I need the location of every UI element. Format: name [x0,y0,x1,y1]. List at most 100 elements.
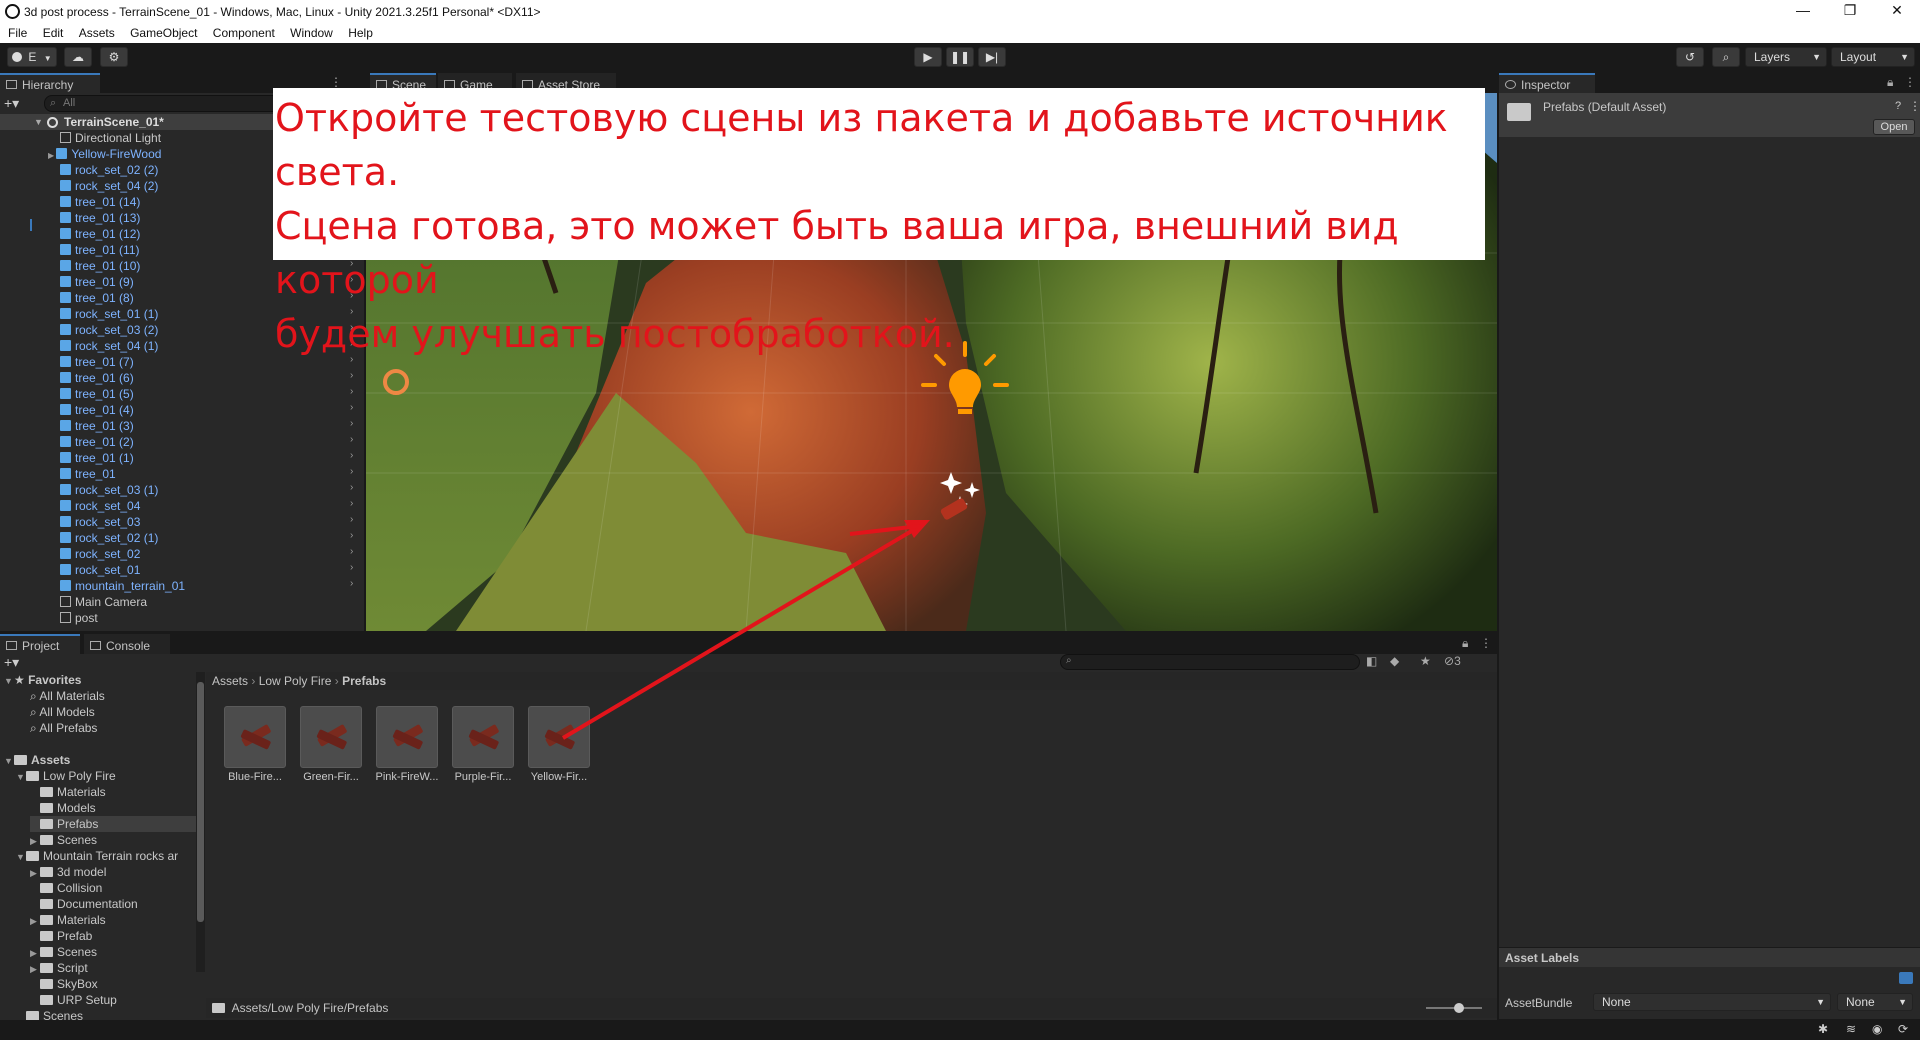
chevron-right-icon[interactable]: › [350,370,358,381]
chevron-right-icon[interactable]: › [350,434,358,445]
hierarchy-item[interactable]: rock_set_04 (2) [60,178,158,194]
chevron-right-icon[interactable]: ▶ [48,151,56,160]
asset-tile-blue-firewood[interactable] [224,706,286,768]
hidden-packages-icon[interactable]: ⊘3 [1444,654,1461,668]
asset-folder[interactable]: Prefabs [30,816,196,832]
project-search-input[interactable]: ⌕ [1060,654,1360,670]
open-button[interactable]: Open [1873,119,1915,135]
search-by-label-icon[interactable]: ◆ [1390,654,1399,668]
hierarchy-item[interactable]: tree_01 (11) [60,242,139,258]
history-button[interactable]: ↺ [1676,47,1704,67]
play-button[interactable]: ▶ [914,47,942,67]
chevron-down-icon[interactable]: ▼ [16,769,26,785]
menu-dots-icon[interactable]: ⋮ [1904,75,1916,89]
chevron-right-icon[interactable]: › [350,386,358,397]
chevron-right-icon[interactable]: ▶ [30,961,40,977]
progress-icon[interactable]: ⟳ [1898,1022,1908,1036]
chevron-right-icon[interactable]: › [350,466,358,477]
search-button[interactable]: ⌕ [1712,47,1740,67]
favorite-item[interactable]: ⌕ All Prefabs [30,720,97,736]
asset-folder[interactable]: ▶ Materials [30,912,106,928]
chevron-right-icon[interactable]: › [350,514,358,525]
asset-tile-purple-firewood[interactable] [452,706,514,768]
bug-icon[interactable]: ✱ [1818,1022,1828,1036]
menu-help[interactable]: Help [348,24,373,43]
favorite-item[interactable]: ⌕ All Materials [30,688,105,704]
hierarchy-item[interactable]: tree_01 (12) [60,226,140,242]
hierarchy-item[interactable]: tree_01 (2) [60,434,134,450]
favorite-star-icon[interactable]: ★ [1420,654,1431,668]
hierarchy-item[interactable]: tree_01 [60,466,116,482]
hierarchy-item[interactable]: ▶ Yellow-FireWood [48,146,161,162]
tag-icon[interactable] [1899,972,1913,984]
assetbundle-dropdown[interactable]: None ▼ [1593,993,1831,1011]
cloud-button[interactable]: ☁ [64,47,92,67]
asset-folder[interactable]: Prefab [30,928,92,944]
chevron-down-icon[interactable]: ▼ [16,849,26,865]
minimize-button[interactable]: — [1783,2,1823,22]
asset-folder[interactable]: ▼ Mountain Terrain rocks ar [16,848,178,864]
hierarchy-item[interactable]: tree_01 (13) [60,210,140,226]
create-button[interactable]: +▾ [4,654,19,671]
chevron-right-icon[interactable]: › [350,546,358,557]
add-object-button[interactable]: +▾ [4,95,19,112]
hierarchy-item[interactable]: tree_01 (8) [60,290,134,306]
hierarchy-item[interactable]: rock_set_03 (2) [60,322,158,338]
hierarchy-item[interactable]: tree_01 (10) [60,258,140,274]
hierarchy-item[interactable]: mountain_terrain_01 [60,578,185,594]
asset-folder[interactable]: URP Setup [30,992,117,1008]
breadcrumb-prefabs[interactable]: Prefabs [342,674,386,688]
search-by-type-icon[interactable]: ◧ [1366,654,1377,668]
hierarchy-item[interactable]: tree_01 (3) [60,418,134,434]
tab-hierarchy[interactable]: Hierarchy [0,73,100,93]
asset-folder[interactable]: ▶ Scenes [30,832,97,848]
network-icon[interactable]: ≋ [1846,1022,1856,1036]
zoom-slider-thumb[interactable] [1454,1003,1464,1013]
breadcrumb-low-poly-fire[interactable]: Low Poly Fire [259,674,332,688]
hierarchy-item[interactable]: rock_set_01 [60,562,140,578]
asset-folder[interactable]: Scenes [16,1008,83,1020]
hierarchy-item[interactable]: Main Camera [60,594,147,610]
asset-folder[interactable]: ▶ Scenes [30,944,97,960]
asset-folder[interactable]: ▶ 3d model [30,864,106,880]
chevron-right-icon[interactable]: › [350,450,358,461]
zoom-slider[interactable] [1426,1003,1482,1013]
asset-folder[interactable]: ▼ Low Poly Fire [16,768,116,784]
account-dropdown[interactable]: E ▼ [7,47,57,67]
chevron-right-icon[interactable]: ▶ [30,945,40,961]
menu-dots-icon[interactable]: ⋮ [1480,636,1492,650]
close-button[interactable]: ✕ [1877,2,1917,22]
help-icon[interactable]: ? [1895,100,1901,112]
chevron-right-icon[interactable]: ▶ [30,913,40,929]
hierarchy-item[interactable]: rock_set_02 (2) [60,162,158,178]
assets-header[interactable]: ▼ Assets [4,752,70,768]
chevron-right-icon[interactable]: › [350,402,358,413]
hierarchy-item[interactable]: rock_set_03 [60,514,140,530]
tree-scrollbar-thumb[interactable] [197,682,204,922]
hierarchy-item[interactable]: tree_01 (6) [60,370,134,386]
hierarchy-item[interactable]: rock_set_03 (1) [60,482,158,498]
hierarchy-item[interactable]: tree_01 (14) [60,194,140,210]
chevron-right-icon[interactable]: ▶ [30,865,40,881]
assetbundle-variant-dropdown[interactable]: None ▼ [1837,993,1913,1011]
menu-window[interactable]: Window [290,24,333,43]
hierarchy-item[interactable]: tree_01 (9) [60,274,134,290]
collab-button[interactable]: ⚙ [100,47,128,67]
chevron-right-icon[interactable]: › [350,418,358,429]
breadcrumb-assets[interactable]: Assets [212,674,248,688]
menu-edit[interactable]: Edit [43,24,64,43]
chevron-right-icon[interactable]: ▶ [30,833,40,849]
menu-file[interactable]: File [8,24,27,43]
lock-icon[interactable]: 🔒︎ [1462,636,1468,651]
tree-scrollbar-track[interactable] [196,672,205,972]
hierarchy-item[interactable]: rock_set_01 (1) [60,306,158,322]
favorites-header[interactable]: ▼★ Favorites [4,672,81,688]
menu-dots-icon[interactable]: ⋮ [330,75,342,89]
cache-icon[interactable]: ◉ [1872,1022,1882,1036]
asset-folder[interactable]: Collision [30,880,102,896]
menu-dots-icon[interactable]: ⋮ [1909,99,1920,113]
chevron-right-icon[interactable]: › [350,578,358,589]
chevron-right-icon[interactable]: › [350,530,358,541]
hierarchy-item[interactable]: rock_set_04 (1) [60,338,158,354]
menu-assets[interactable]: Assets [79,24,115,43]
